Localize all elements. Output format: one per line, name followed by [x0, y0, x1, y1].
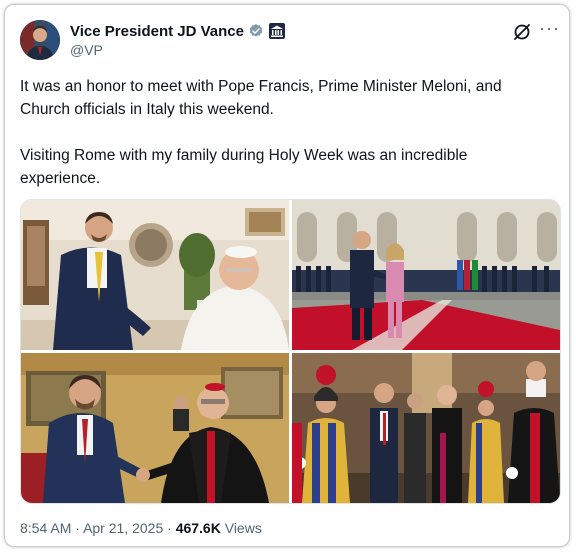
author-handle[interactable]: @VP [70, 42, 103, 58]
author-name[interactable]: Vice President JD Vance [70, 23, 244, 40]
photo-swiss-guard-corridor[interactable] [292, 353, 560, 503]
post-card: Vice President JD Vance @VP ··· It was a… [4, 4, 570, 547]
more-options-icon[interactable]: ··· [539, 18, 560, 39]
post-paragraph-1: It was an honor to meet with Pope Franci… [20, 78, 502, 118]
post-meta: 8:54 AM · Apr 21, 2025 · 467.6K Views [20, 520, 262, 536]
government-building-icon [269, 23, 285, 39]
meta-separator: · [75, 520, 80, 536]
post-paragraph-2: Visiting Rome with my family during Holy… [20, 147, 468, 187]
media-grid [20, 199, 561, 504]
post-date[interactable]: Apr 21, 2025 [83, 520, 163, 536]
author-row: Vice President JD Vance [70, 21, 285, 41]
verified-badge-icon [249, 24, 263, 37]
post-time[interactable]: 8:54 AM [20, 520, 71, 536]
post-text: It was an honor to meet with Pope Franci… [20, 75, 550, 213]
photo-handshake-church-official[interactable] [21, 353, 289, 503]
views-label: Views [224, 520, 262, 536]
meta-separator: · [167, 520, 172, 536]
avatar[interactable] [20, 20, 60, 60]
grok-icon[interactable] [512, 22, 532, 42]
photo-meeting-prime-minister-meloni[interactable] [292, 200, 560, 350]
photo-meeting-pope-francis[interactable] [21, 200, 289, 350]
views-count[interactable]: 467.6K [176, 520, 221, 536]
